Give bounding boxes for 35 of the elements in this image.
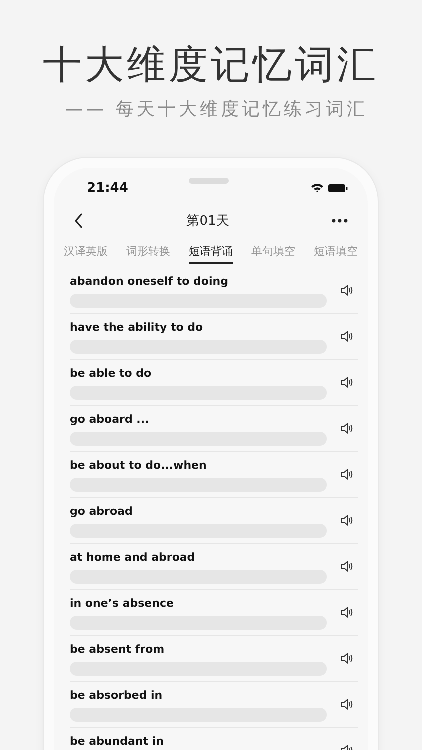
speaker-icon[interactable] [341,515,354,526]
speaker-icon[interactable] [341,331,354,342]
tab[interactable]: 词形转换 [126,238,170,264]
status-time: 21:44 [87,180,128,196]
phrase-text: be able to do [70,366,153,380]
tab[interactable]: 短语背诵 [189,238,233,264]
wifi-icon [311,183,324,193]
phrase-text: be absorbed in [70,688,164,702]
tab[interactable]: 单句填空 [252,238,296,264]
speaker-icon[interactable] [341,561,354,572]
battery-icon [328,184,348,192]
speaker-icon[interactable] [341,469,354,480]
phrase-text: be abundant in [70,734,165,748]
back-icon[interactable] [74,213,84,229]
speaker-icon[interactable] [341,607,354,618]
speaker-icon[interactable] [341,377,354,388]
phrase-text: be about to do...when [70,458,208,472]
phrase-text: in one’s absence [70,596,175,610]
speaker-icon[interactable] [341,653,354,664]
tab[interactable]: 汉译英版 [64,238,108,264]
nav-title: 第01天 [186,213,230,230]
more-icon[interactable] [332,219,348,223]
speaker-icon[interactable] [341,285,354,296]
headline: 十大维度记忆词汇 [42,42,380,90]
subtitle: —— 每天十大维度记忆练习词汇 [65,98,368,122]
speaker-icon[interactable] [341,699,354,710]
phrase-text: go aboard ... [70,412,150,426]
phrase-text: go abroad [70,504,134,518]
tab[interactable]: 短语填空 [314,238,358,264]
phrase-text: abandon oneself to doing [70,274,230,288]
phrase-text: have the ability to do [70,320,204,334]
speaker-icon[interactable] [341,423,354,434]
phrase-text: at home and abroad [70,550,196,564]
phrase-text: be absent from [70,642,166,656]
notch [189,178,229,184]
